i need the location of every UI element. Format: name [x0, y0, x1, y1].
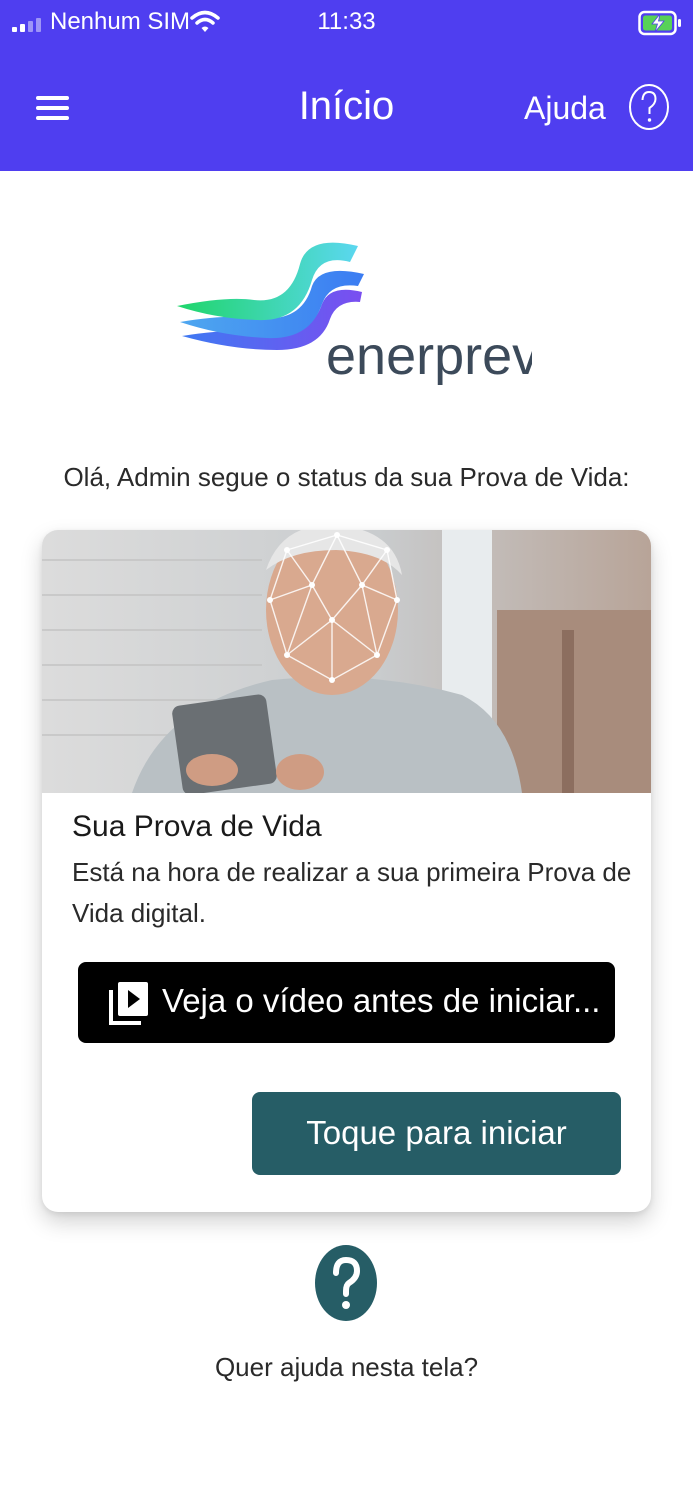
help-footer-text[interactable]: Quer ajuda nesta tela? — [0, 1352, 693, 1383]
app-header: Nenhum SIM 11:33 Início Ajuda — [0, 0, 693, 171]
greeting-text: Olá, Admin segue o status da sua Prova d… — [63, 462, 630, 492]
nav-bar: Início Ajuda — [0, 48, 693, 171]
battery-charging-icon — [638, 10, 681, 36]
card-title: Sua Prova de Vida — [72, 810, 322, 843]
status-bar: Nenhum SIM 11:33 — [0, 0, 693, 48]
status-time: 11:33 — [317, 8, 376, 35]
enerprev-logo: enerprev — [172, 224, 539, 394]
question-mark-icon[interactable] — [315, 1245, 377, 1321]
help-circle-icon[interactable] — [628, 83, 670, 131]
start-button[interactable]: Toque para iniciar — [252, 1092, 621, 1175]
hamburger-menu-button[interactable] — [28, 92, 76, 128]
logo-wordmark: enerprev — [326, 326, 532, 386]
logo-graphic: enerprev — [177, 242, 539, 386]
help-link[interactable]: Ajuda — [524, 90, 606, 127]
face-recognition-photo — [42, 530, 651, 793]
card-description: Está na hora de realizar a sua primeira … — [72, 857, 632, 928]
proof-of-life-card: Sua Prova de Vida Está na hora de realiz… — [42, 530, 651, 1212]
watch-video-label: Veja o vídeo antes de iniciar... — [162, 982, 601, 1019]
watch-video-button[interactable]: Veja o vídeo antes de iniciar... — [78, 962, 615, 1043]
start-button-label: Toque para iniciar — [306, 1114, 567, 1151]
video-library-icon — [109, 982, 148, 1025]
